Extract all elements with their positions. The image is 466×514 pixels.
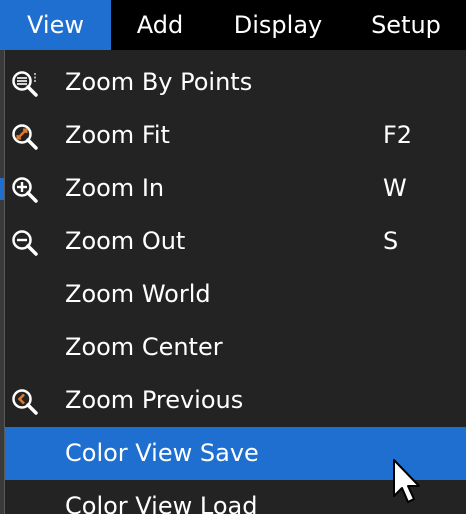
zoom-fit-icon [12,124,38,150]
menu-item-label: Zoom In [65,174,165,202]
zoom-out-icon [12,230,38,256]
menu-item-zoom-world[interactable]: Zoom World [5,268,466,321]
menu-setup[interactable]: Setup [356,0,456,50]
mouse-cursor-icon [393,459,420,503]
menu-item-zoom-fit[interactable]: Zoom Fit F2 [5,109,466,162]
menu-item-zoom-out[interactable]: Zoom Out S [5,215,466,268]
zoom-previous-icon [12,389,38,415]
menu-item-label: Zoom World [65,280,211,308]
view-dropdown-menu: Zoom By Points Zoom Fit F2 Zoom In W Zoo… [4,50,466,514]
menu-item-shortcut: W [383,174,407,202]
menu-item-label: Color View Save [65,439,259,467]
menu-item-shortcut: S [383,227,399,255]
menu-item-label: Zoom Previous [65,386,244,414]
menu-item-label: Color View Load [65,492,258,514]
menu-item-label: Zoom Out [65,227,186,255]
zoom-in-icon [12,177,38,203]
menu-view[interactable]: View [0,0,111,50]
menu-item-zoom-by-points[interactable]: Zoom By Points [5,56,466,109]
zoom-by-points-icon [12,71,38,97]
menu-item-label: Zoom Center [65,333,223,361]
menu-bar: View Add Display Setup [0,0,466,50]
menu-display[interactable]: Display [217,0,339,50]
menu-add[interactable]: Add [120,0,200,50]
menu-item-zoom-center[interactable]: Zoom Center [5,321,466,374]
menu-item-zoom-previous[interactable]: Zoom Previous [5,374,466,427]
menu-item-shortcut: F2 [383,121,413,149]
menu-item-zoom-in[interactable]: Zoom In W [5,162,466,215]
menu-item-label: Zoom Fit [65,121,170,149]
menu-item-label: Zoom By Points [65,68,253,96]
